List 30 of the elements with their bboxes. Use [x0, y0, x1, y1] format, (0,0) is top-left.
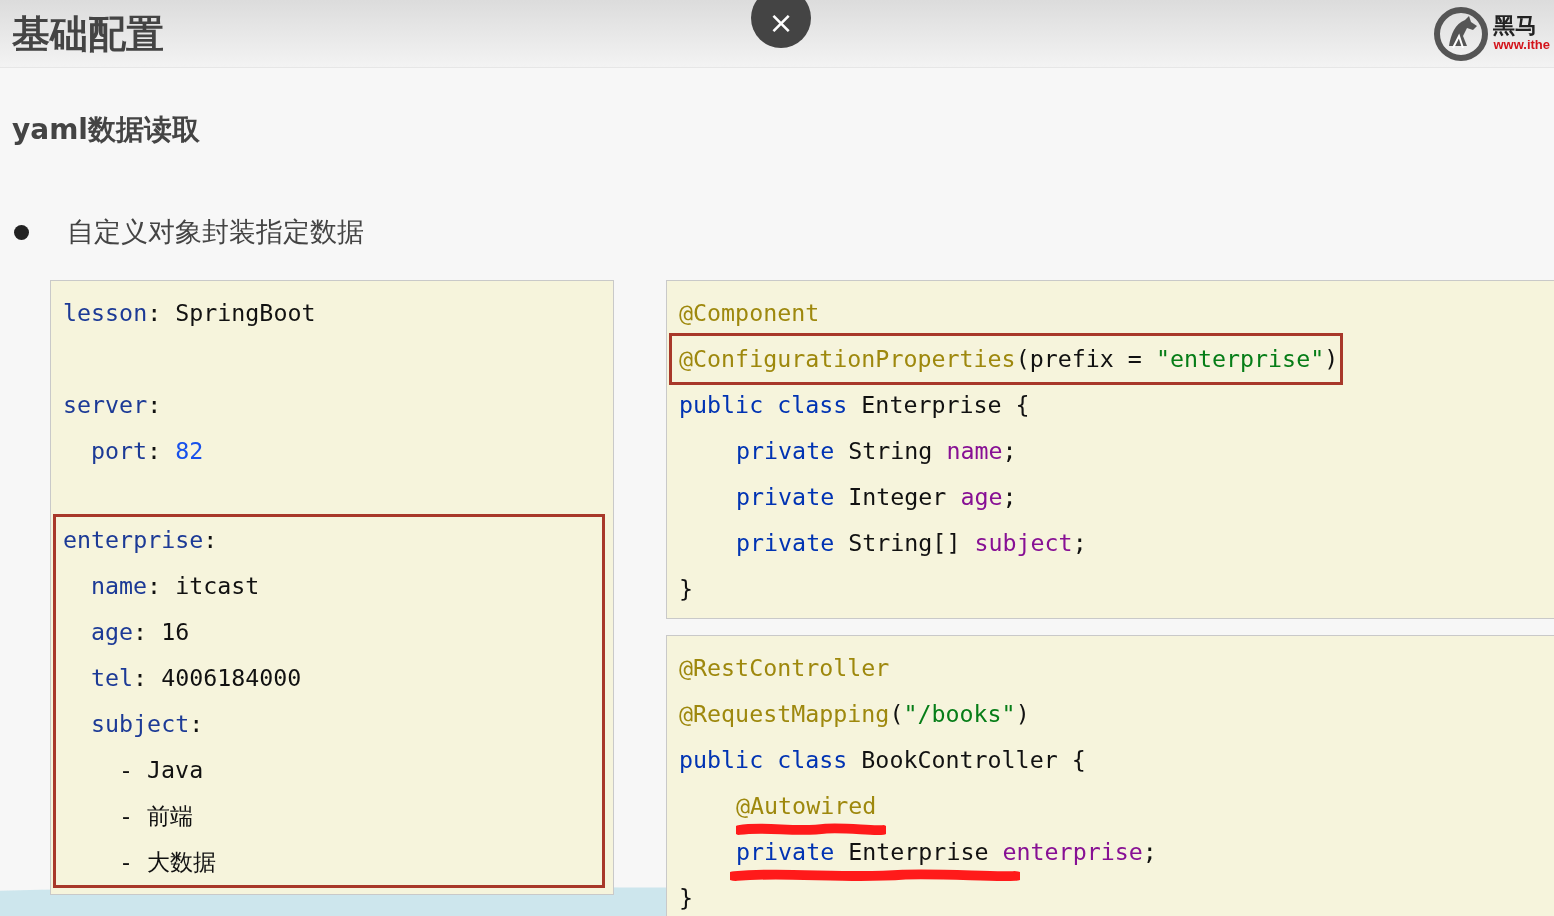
code-line: private String name;	[736, 436, 1017, 466]
code-line: @RestController	[679, 653, 890, 683]
logo-name: 黑马	[1493, 14, 1539, 39]
code-line: - Java	[119, 755, 204, 785]
code-line: @RequestMapping("/books")	[679, 699, 1030, 729]
code-line: - 大数据	[119, 847, 217, 877]
code-line: lesson: SpringBoot	[63, 298, 316, 328]
code-line: enterprise:	[63, 525, 218, 555]
section-heading: yaml数据读取	[12, 112, 201, 148]
code-line: - 前端	[119, 801, 194, 831]
code-line: port: 82	[91, 436, 204, 466]
logo-url: www.ithe	[1493, 38, 1550, 53]
code-line: name: itcast	[91, 571, 260, 601]
bullet-text: 自定义对象封装指定数据	[67, 215, 364, 249]
code-line: }	[679, 883, 694, 913]
code-line: @Autowired	[736, 791, 877, 821]
code-line: public class BookController {	[679, 745, 1086, 775]
code-line: age: 16	[91, 617, 190, 647]
code-line: tel: 4006184000	[91, 663, 302, 693]
code-line: public class Enterprise {	[679, 390, 1030, 420]
code-line: @Component	[679, 298, 820, 328]
slide-title: 基础配置	[12, 14, 164, 53]
code-line: server:	[63, 390, 162, 420]
bullet-icon	[14, 224, 29, 240]
code-line: private Enterprise enterprise;	[736, 837, 1157, 867]
code-line: @ConfigurationProperties(prefix = "enterprise")	[679, 344, 1340, 374]
code-line: subject:	[91, 709, 204, 739]
code-line: private Integer age;	[736, 482, 1017, 512]
code-line: private String[] subject;	[736, 528, 1087, 558]
code-line: }	[679, 574, 694, 604]
